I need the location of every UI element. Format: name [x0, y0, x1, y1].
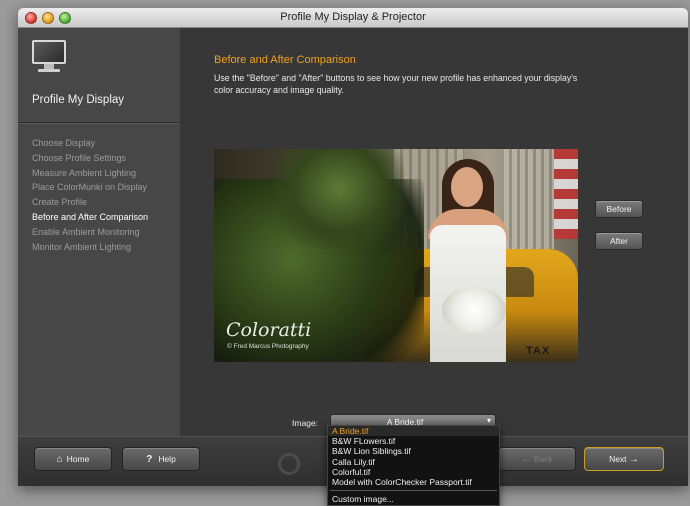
title-bar: Profile My Display & Projector	[18, 8, 688, 28]
arrow-left-icon: ←	[521, 454, 532, 465]
taxi-sign-text: TAX	[526, 345, 551, 357]
back-label: Back	[533, 454, 553, 464]
chevron-down-icon: ▾	[486, 416, 491, 425]
step-enable-ambient-monitoring: Enable Ambient Monitoring	[32, 226, 140, 237]
step-choose-profile-settings: Choose Profile Settings	[32, 152, 127, 163]
photo-watermark: Coloratti	[226, 319, 312, 341]
help-button[interactable]: ? Help	[122, 447, 200, 471]
home-label: Home	[66, 454, 90, 464]
photo-credit: © Fred Marcus Photography	[227, 343, 309, 350]
dropdown-option[interactable]: Model with ColorChecker Passport.tif	[328, 477, 499, 487]
image-dropdown-menu: A Bride.tif B&W FLowers.tif B&W Lion Sib…	[327, 425, 500, 506]
dropdown-separator	[330, 490, 497, 492]
home-icon: ⌂	[56, 454, 63, 465]
next-button[interactable]: Next →	[584, 447, 664, 471]
dropdown-option[interactable]: Colorful.tif	[328, 467, 499, 477]
sidebar-divider	[18, 122, 180, 124]
step-choose-display: Choose Display	[32, 138, 96, 148]
dropdown-option[interactable]: B&W FLowers.tif	[328, 436, 499, 446]
step-place-colormunki: Place ColorMunki on Display	[32, 182, 148, 193]
dropdown-option[interactable]: B&W Lion Siblings.tif	[328, 446, 499, 456]
before-button[interactable]: Before	[595, 200, 643, 218]
back-button[interactable]: ← Back	[498, 447, 576, 471]
preview-image: TAX Coloratti © Fred Marcus Photography	[214, 149, 578, 362]
main-panel: Before and After Comparison Use the "Bef…	[180, 28, 688, 436]
step-measure-ambient-lighting: Measure Ambient Lighting	[32, 167, 137, 178]
app-window: Profile My Display & Projector Profile M…	[18, 8, 688, 486]
sidebar-title: Profile My Display	[32, 94, 125, 106]
colormunki-logo-icon	[278, 453, 300, 475]
section-description: Use the "Before" and "After" buttons to …	[214, 73, 578, 95]
next-label: Next	[609, 454, 627, 464]
step-monitor-ambient-lighting: Monitor Ambient Lighting	[32, 241, 132, 252]
home-button[interactable]: ⌂ Home	[34, 447, 112, 471]
after-button[interactable]: After	[595, 232, 643, 250]
question-icon: ?	[146, 454, 153, 465]
sidebar: Profile My Display Choose Display Choose…	[18, 28, 180, 436]
dropdown-option-custom[interactable]: Custom image...	[328, 494, 499, 504]
window-title: Profile My Display & Projector	[280, 11, 426, 23]
step-create-profile: Create Profile	[32, 197, 88, 208]
help-label: Help	[158, 454, 176, 464]
dropdown-option[interactable]: A Bride.tif	[328, 426, 499, 437]
arrow-right-icon: →	[628, 454, 639, 465]
dropdown-option[interactable]: Calla Lily.tif	[328, 457, 499, 467]
image-label: Image:	[292, 418, 318, 428]
step-before-after-comparison: Before and After Comparison	[32, 211, 149, 222]
step-list: Choose Display Choose Profile Settings M…	[32, 136, 148, 254]
display-icon	[32, 40, 68, 74]
section-heading: Before and After Comparison	[214, 54, 356, 66]
